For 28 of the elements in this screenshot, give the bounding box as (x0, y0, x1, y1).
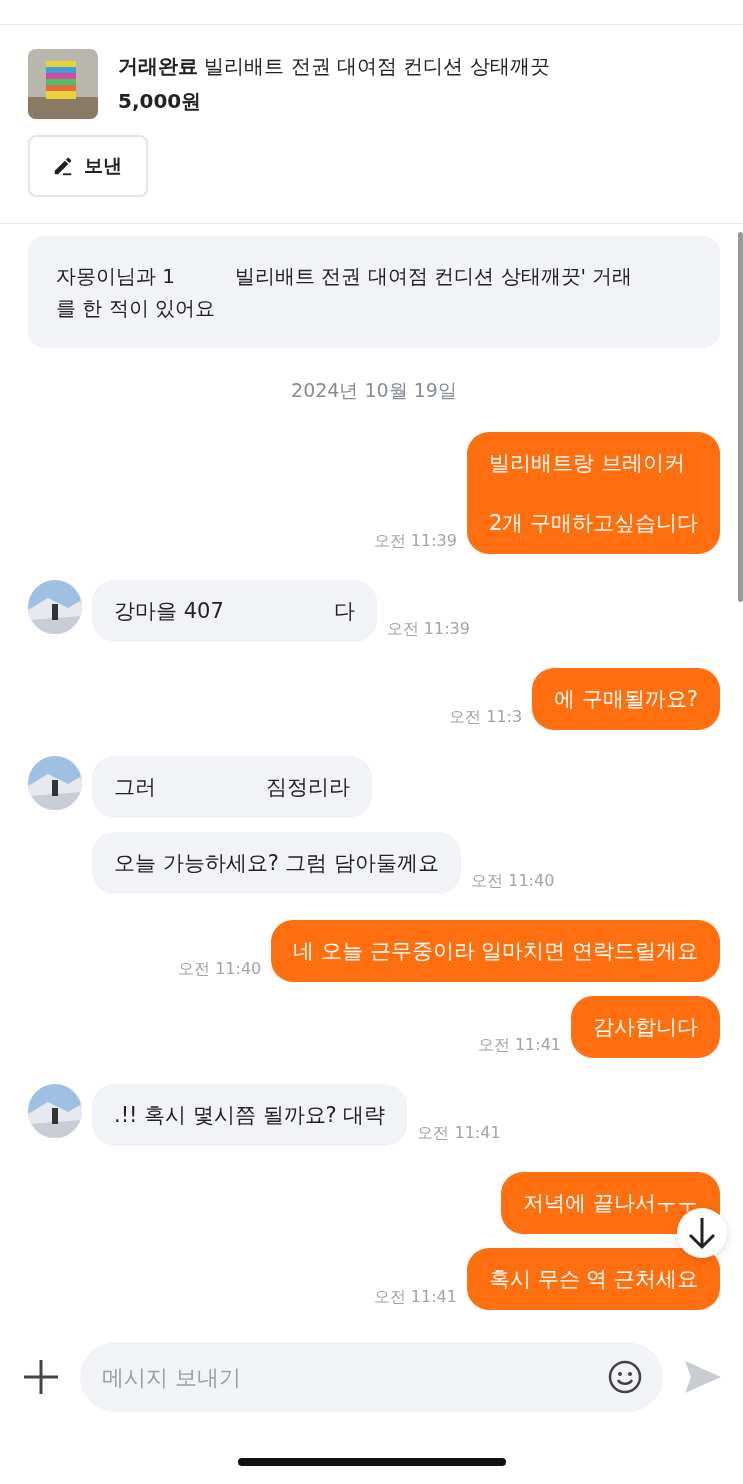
date-divider: 2024년 10월 19일 (291, 378, 457, 403)
message-bubble: 그러 짐정리라 (92, 756, 372, 818)
arrow-down-icon (687, 1216, 717, 1250)
message-bubble: 혹시 무슨 역 근처세요 (466, 1248, 720, 1310)
system-notice: 자몽이님과 1 빌리배트 전권 대여점 컨디션 상태깨끗' 거래 를 한 적이 있어요 (28, 236, 720, 348)
message-bubble: 에 구매될까요? (532, 668, 720, 730)
message-bubble: 저녁에 끝나서ㅜㅜ (501, 1172, 720, 1234)
message-bubble: 감사합니다 (571, 996, 720, 1058)
message-time: 오전 11:40 (471, 871, 555, 892)
message-time: 오전 11:3 (449, 707, 523, 728)
message-time: 오전 11:39 (373, 531, 457, 552)
message-bubble: 강마을 407 다 (92, 580, 377, 642)
message-bubble: .!! 혹시 몇시쯤 될까요? 대략 (92, 1084, 408, 1146)
message-time: 오전 11:41 (373, 1287, 457, 1308)
message-time: 오전 11:41 (417, 1123, 501, 1144)
product-title: 거래완료 빌리배트 전권 대여점 컨디션 상태깨끗 (118, 53, 550, 80)
message-field[interactable]: 메시지 보내기 (80, 1342, 663, 1412)
message-time: 오전 11:41 (477, 1035, 561, 1056)
message-time: 오전 11:39 (386, 619, 470, 640)
message-time: 오전 11:40 (178, 959, 262, 980)
review-button[interactable]: 보낸 (28, 135, 148, 197)
add-button[interactable] (22, 1358, 60, 1396)
message-bubble: 빌리배트랑 브레이커 2개 구매하고싶습니다 (466, 432, 720, 554)
message-bubble: 오늘 가능하세요? 그럼 담아둘께요 (92, 832, 462, 894)
emoji-icon[interactable] (607, 1359, 643, 1395)
message-bubble: 네 오늘 근무중이라 일마치면 연락드릴게요 (271, 920, 720, 982)
pencil-icon (52, 155, 74, 177)
product-price: 5,000원 (118, 88, 203, 115)
